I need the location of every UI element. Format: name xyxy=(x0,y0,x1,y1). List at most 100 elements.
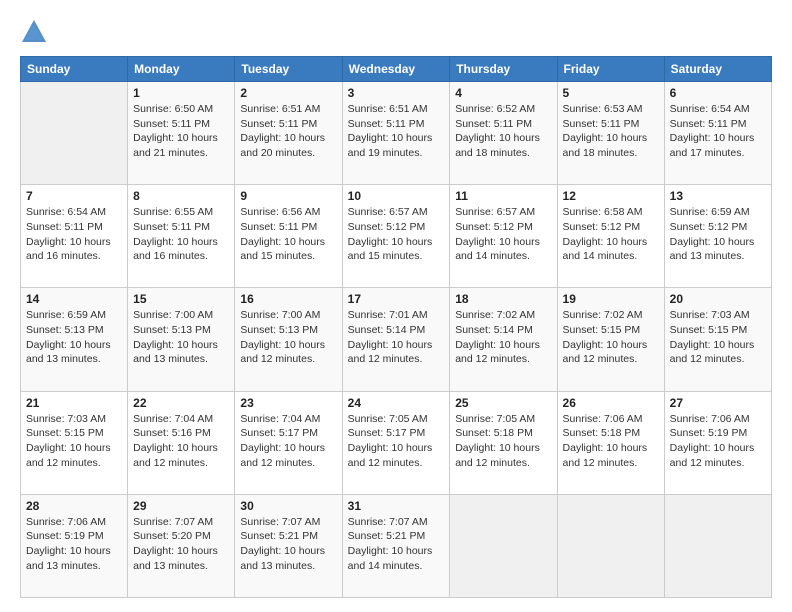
day-cell: 15Sunrise: 7:00 AMSunset: 5:13 PMDayligh… xyxy=(128,288,235,391)
day-info: Sunrise: 7:01 AMSunset: 5:14 PMDaylight:… xyxy=(348,308,445,367)
day-number: 9 xyxy=(240,189,336,203)
week-row-5: 28 Sunrise: 7:06 AMSunset: 5:19 PMDayligh… xyxy=(21,494,772,597)
day-number: 31 xyxy=(348,499,445,513)
day-cell: 11Sunrise: 6:57 AMSunset: 5:12 PMDayligh… xyxy=(450,185,557,288)
day-cell: 2Sunrise: 6:51 AMSunset: 5:11 PMDaylight… xyxy=(235,82,342,185)
day-info: Sunrise: 6:50 AMSunset: 5:11 PMDaylight:… xyxy=(133,102,229,161)
day-number: 14 xyxy=(26,292,122,306)
day-cell: 29 Sunrise: 7:07 AMSunset: 5:20 PMDayligh… xyxy=(128,494,235,597)
day-number: 18 xyxy=(455,292,551,306)
page: SundayMondayTuesdayWednesdayThursdayFrid… xyxy=(0,0,792,612)
day-number: 21 xyxy=(26,396,122,410)
day-info: Sunrise: 6:55 AMSunset: 5:11 PMDaylight:… xyxy=(133,205,229,264)
day-cell: 24 Sunrise: 7:05 AMSunset: 5:17 PMDayligh… xyxy=(342,391,450,494)
day-info: Sunrise: 6:54 AMSunset: 5:11 PMDaylight:… xyxy=(26,205,122,264)
day-cell: 27 Sunrise: 7:06 AMSunset: 5:19 PMDayligh… xyxy=(664,391,771,494)
day-cell: 28 Sunrise: 7:06 AMSunset: 5:19 PMDayligh… xyxy=(21,494,128,597)
day-cell: 1 Sunrise: 6:50 AMSunset: 5:11 PMDaylight… xyxy=(128,82,235,185)
day-number: 24 xyxy=(348,396,445,410)
day-number: 13 xyxy=(670,189,766,203)
day-cell: 23 Sunrise: 7:04 AMSunset: 5:17 PMDayligh… xyxy=(235,391,342,494)
day-number: 29 xyxy=(133,499,229,513)
weekday-tuesday: Tuesday xyxy=(235,57,342,82)
weekday-friday: Friday xyxy=(557,57,664,82)
day-cell: 4 Sunrise: 6:52 AMSunset: 5:11 PMDaylight… xyxy=(450,82,557,185)
day-number: 4 xyxy=(455,86,551,100)
day-info: Sunrise: 6:59 AMSunset: 5:13 PMDaylight:… xyxy=(26,308,122,367)
day-cell xyxy=(450,494,557,597)
day-number: 28 xyxy=(26,499,122,513)
day-number: 5 xyxy=(563,86,659,100)
day-info: Sunrise: 7:02 AMSunset: 5:15 PMDaylight:… xyxy=(563,308,659,367)
logo-icon xyxy=(20,18,48,46)
day-number: 27 xyxy=(670,396,766,410)
day-info: Sunrise: 7:00 AMSunset: 5:13 PMDaylight:… xyxy=(240,308,336,367)
weekday-saturday: Saturday xyxy=(664,57,771,82)
day-cell: 6 Sunrise: 6:54 AMSunset: 5:11 PMDaylight… xyxy=(664,82,771,185)
day-info: Sunrise: 7:06 AMSunset: 5:19 PMDaylight:… xyxy=(670,412,766,471)
day-info: Sunrise: 7:07 AMSunset: 5:21 PMDaylight:… xyxy=(348,515,445,574)
week-row-4: 21 Sunrise: 7:03 AMSunset: 5:15 PMDayligh… xyxy=(21,391,772,494)
day-info: Sunrise: 7:07 AMSunset: 5:20 PMDaylight:… xyxy=(133,515,229,574)
day-cell: 14 Sunrise: 6:59 AMSunset: 5:13 PMDayligh… xyxy=(21,288,128,391)
day-info: Sunrise: 6:54 AMSunset: 5:11 PMDaylight:… xyxy=(670,102,766,161)
day-number: 6 xyxy=(670,86,766,100)
day-info: Sunrise: 7:07 AMSunset: 5:21 PMDaylight:… xyxy=(240,515,336,574)
day-info: Sunrise: 7:04 AMSunset: 5:17 PMDaylight:… xyxy=(240,412,336,471)
day-info: Sunrise: 6:52 AMSunset: 5:11 PMDaylight:… xyxy=(455,102,551,161)
day-cell xyxy=(557,494,664,597)
day-info: Sunrise: 7:05 AMSunset: 5:17 PMDaylight:… xyxy=(348,412,445,471)
logo xyxy=(20,18,52,46)
weekday-sunday: Sunday xyxy=(21,57,128,82)
day-number: 3 xyxy=(348,86,445,100)
calendar-table: SundayMondayTuesdayWednesdayThursdayFrid… xyxy=(20,56,772,598)
weekday-wednesday: Wednesday xyxy=(342,57,450,82)
day-info: Sunrise: 6:58 AMSunset: 5:12 PMDaylight:… xyxy=(563,205,659,264)
day-info: Sunrise: 7:02 AMSunset: 5:14 PMDaylight:… xyxy=(455,308,551,367)
day-cell: 3 Sunrise: 6:51 AMSunset: 5:11 PMDaylight… xyxy=(342,82,450,185)
day-cell: 31 Sunrise: 7:07 AMSunset: 5:21 PMDayligh… xyxy=(342,494,450,597)
day-number: 17 xyxy=(348,292,445,306)
day-number: 10 xyxy=(348,189,445,203)
day-cell: 9 Sunrise: 6:56 AMSunset: 5:11 PMDaylight… xyxy=(235,185,342,288)
day-number: 23 xyxy=(240,396,336,410)
day-info: Sunrise: 6:57 AMSunset: 5:12 PMDaylight:… xyxy=(455,205,551,264)
day-number: 22 xyxy=(133,396,229,410)
day-info: Sunrise: 6:59 AMSunset: 5:12 PMDaylight:… xyxy=(670,205,766,264)
day-number: 1 xyxy=(133,86,229,100)
weekday-monday: Monday xyxy=(128,57,235,82)
day-number: 2 xyxy=(240,86,336,100)
day-number: 12 xyxy=(563,189,659,203)
day-number: 26 xyxy=(563,396,659,410)
day-cell: 18 Sunrise: 7:02 AMSunset: 5:14 PMDayligh… xyxy=(450,288,557,391)
day-cell: 10 Sunrise: 6:57 AMSunset: 5:12 PMDayligh… xyxy=(342,185,450,288)
day-info: Sunrise: 6:56 AMSunset: 5:11 PMDaylight:… xyxy=(240,205,336,264)
day-info: Sunrise: 6:57 AMSunset: 5:12 PMDaylight:… xyxy=(348,205,445,264)
header xyxy=(20,18,772,46)
day-cell: 12 Sunrise: 6:58 AMSunset: 5:12 PMDayligh… xyxy=(557,185,664,288)
day-info: Sunrise: 6:53 AMSunset: 5:11 PMDaylight:… xyxy=(563,102,659,161)
day-cell xyxy=(664,494,771,597)
day-cell: 19Sunrise: 7:02 AMSunset: 5:15 PMDayligh… xyxy=(557,288,664,391)
day-number: 8 xyxy=(133,189,229,203)
day-info: Sunrise: 7:05 AMSunset: 5:18 PMDaylight:… xyxy=(455,412,551,471)
day-cell: 8 Sunrise: 6:55 AMSunset: 5:11 PMDaylight… xyxy=(128,185,235,288)
day-info: Sunrise: 7:03 AMSunset: 5:15 PMDaylight:… xyxy=(26,412,122,471)
week-row-2: 7 Sunrise: 6:54 AMSunset: 5:11 PMDaylight… xyxy=(21,185,772,288)
day-number: 7 xyxy=(26,189,122,203)
day-info: Sunrise: 7:06 AMSunset: 5:19 PMDaylight:… xyxy=(26,515,122,574)
day-number: 16 xyxy=(240,292,336,306)
week-row-1: 1 Sunrise: 6:50 AMSunset: 5:11 PMDaylight… xyxy=(21,82,772,185)
day-cell: 13 Sunrise: 6:59 AMSunset: 5:12 PMDayligh… xyxy=(664,185,771,288)
day-info: Sunrise: 7:03 AMSunset: 5:15 PMDaylight:… xyxy=(670,308,766,367)
week-row-3: 14 Sunrise: 6:59 AMSunset: 5:13 PMDayligh… xyxy=(21,288,772,391)
day-cell: 16 Sunrise: 7:00 AMSunset: 5:13 PMDayligh… xyxy=(235,288,342,391)
day-cell: 22 Sunrise: 7:04 AMSunset: 5:16 PMDayligh… xyxy=(128,391,235,494)
day-cell: 5 Sunrise: 6:53 AMSunset: 5:11 PMDaylight… xyxy=(557,82,664,185)
day-info: Sunrise: 6:51 AMSunset: 5:11 PMDaylight:… xyxy=(348,102,445,161)
day-number: 25 xyxy=(455,396,551,410)
day-cell: 7 Sunrise: 6:54 AMSunset: 5:11 PMDaylight… xyxy=(21,185,128,288)
day-info: Sunrise: 7:04 AMSunset: 5:16 PMDaylight:… xyxy=(133,412,229,471)
day-cell: 26Sunrise: 7:06 AMSunset: 5:18 PMDayligh… xyxy=(557,391,664,494)
day-cell: 17 Sunrise: 7:01 AMSunset: 5:14 PMDayligh… xyxy=(342,288,450,391)
